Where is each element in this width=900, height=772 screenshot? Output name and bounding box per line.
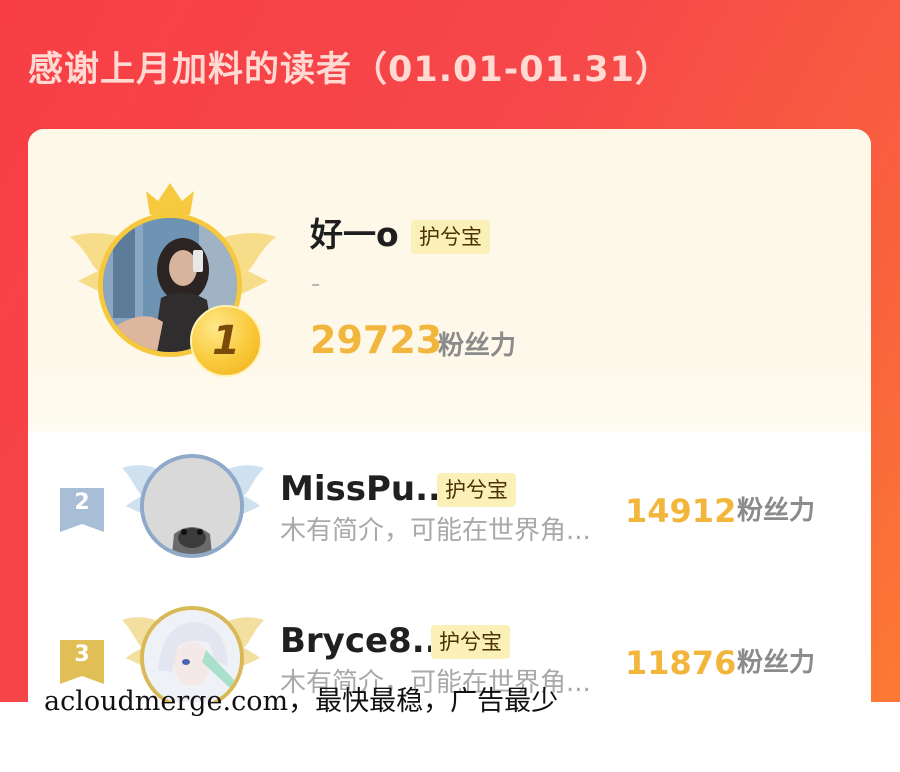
- rank-number: 3: [74, 642, 90, 667]
- reader-name: MissPu...: [280, 469, 454, 509]
- guardian-badge: 护兮宝: [431, 625, 510, 659]
- rank-number: 1: [212, 318, 240, 364]
- pug-image: [144, 458, 240, 554]
- leaderboard-banner: 感谢上月加料的读者（01.01-01.31） 1 好一o 护兮宝 - 29723…: [0, 0, 900, 702]
- top-reader-intro: -: [311, 269, 321, 299]
- reader-name: Bryce8...: [280, 621, 451, 661]
- rank-number: 2: [74, 490, 90, 515]
- list-item[interactable]: 2 MissPu... 护兮宝 木有简介，可能在世界角... 14912 粉丝力: [28, 432, 871, 582]
- top-reader-score: 29723: [310, 318, 443, 362]
- top-reader-section[interactable]: 1 好一o 护兮宝 - 29723 粉丝力: [28, 129, 871, 432]
- score-unit: 粉丝力: [737, 496, 816, 526]
- page-title: 感谢上月加料的读者（01.01-01.31）: [28, 50, 671, 90]
- avatar[interactable]: [140, 454, 244, 558]
- watermark-text: acloudmerge.com，最快最稳，广告最少: [44, 686, 559, 717]
- guardian-badge: 护兮宝: [437, 473, 516, 507]
- medal-icon: 1: [190, 305, 262, 377]
- guardian-badge: 护兮宝: [411, 220, 490, 254]
- reader-score: 14912: [625, 492, 737, 530]
- crown-icon: [146, 183, 194, 215]
- reader-score: 11876: [625, 644, 737, 682]
- leaderboard-card: 1 好一o 护兮宝 - 29723 粉丝力 2 MissPu... 护兮宝 木有…: [28, 129, 871, 702]
- score-unit: 粉丝力: [737, 648, 816, 678]
- top-reader-name: 好一o: [310, 215, 399, 254]
- score-unit: 粉丝力: [438, 331, 517, 361]
- reader-intro: 木有简介，可能在世界角...: [280, 516, 591, 546]
